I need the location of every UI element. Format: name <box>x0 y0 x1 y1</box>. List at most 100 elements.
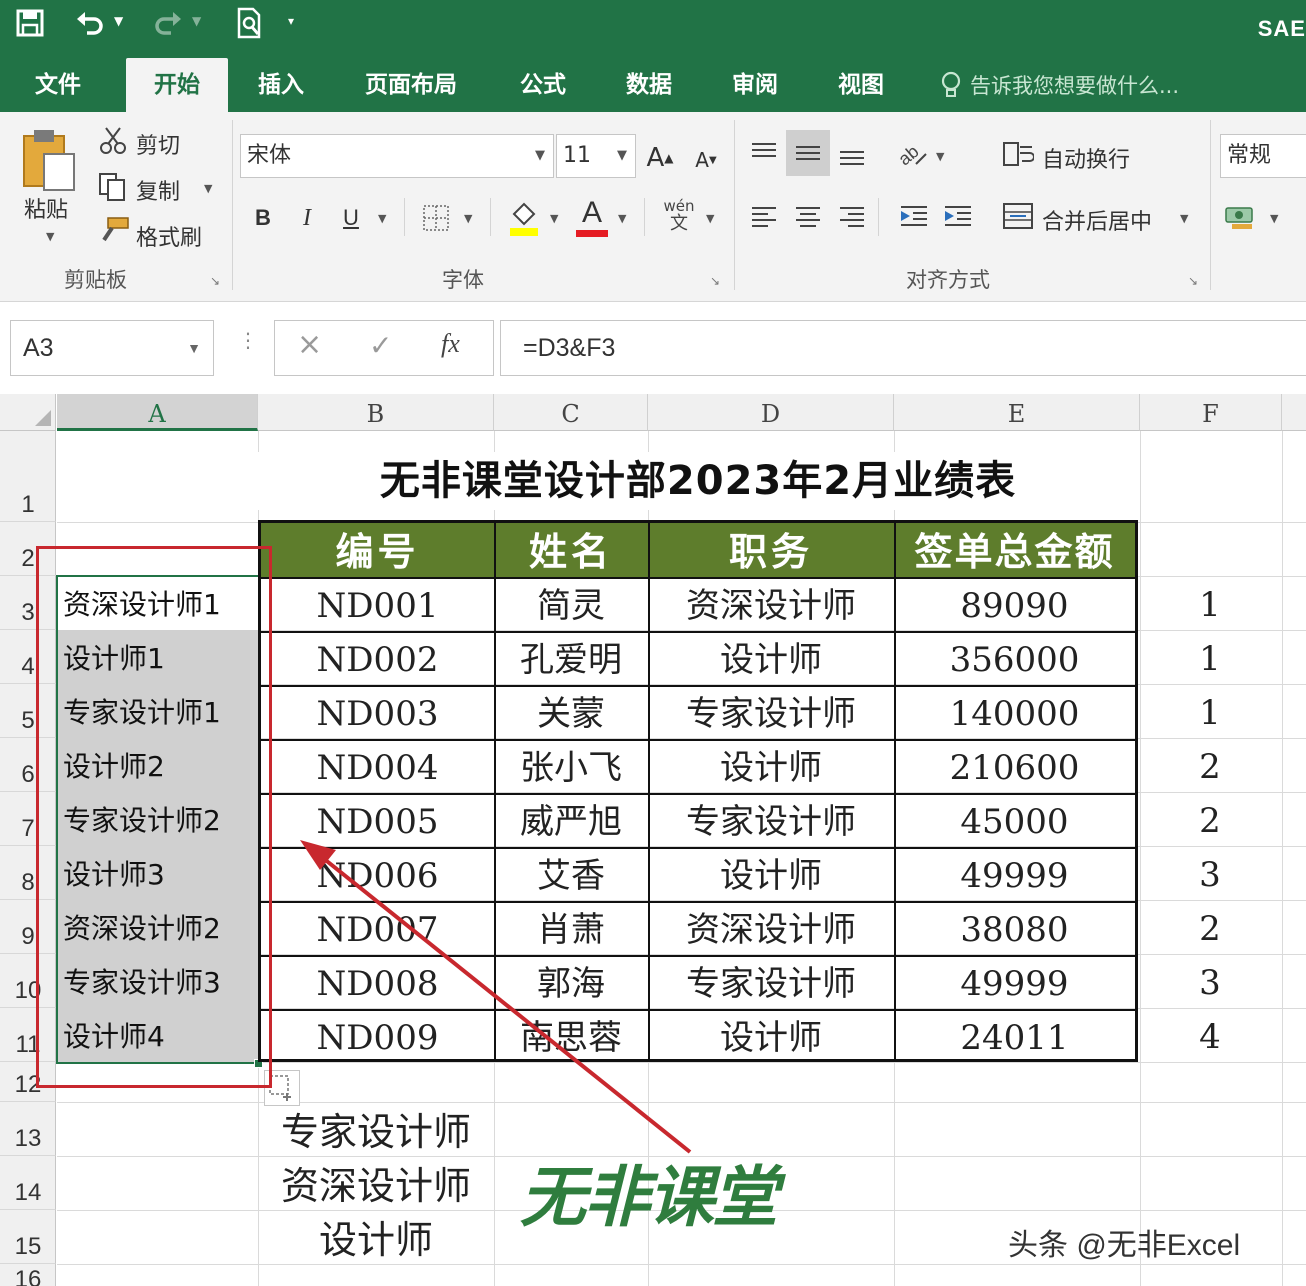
alignment-launcher-icon[interactable]: ↘ <box>1188 274 1202 288</box>
number-format-value: 常规 <box>1227 143 1272 168</box>
copy-icon <box>98 172 128 202</box>
tab-view[interactable]: 视图 <box>818 58 904 112</box>
phonetic-button[interactable]: wén 文 <box>662 198 696 238</box>
font-size-select[interactable]: 11 ▼ <box>556 134 636 178</box>
title-bar: ▼ ▼ ▾ SAE <box>0 0 1306 58</box>
clipboard-launcher-icon[interactable]: ↘ <box>210 274 224 288</box>
tab-file[interactable]: 文件 <box>14 58 102 112</box>
accounting-format-icon[interactable] <box>1222 196 1262 238</box>
divider <box>490 198 491 236</box>
redo-dropdown-icon[interactable]: ▼ <box>192 14 201 28</box>
italic-button[interactable]: I <box>292 198 322 238</box>
font-color-button[interactable]: A <box>574 198 610 238</box>
chevron-down-icon: ▼ <box>617 148 627 163</box>
copy-button[interactable]: 复制 <box>136 174 180 206</box>
chevron-down-icon: ▼ <box>187 340 201 356</box>
divider <box>878 198 879 236</box>
underline-dropdown-icon[interactable]: ▼ <box>378 212 386 225</box>
tab-review[interactable]: 审阅 <box>712 58 798 112</box>
phonetic-dropdown-icon[interactable]: ▼ <box>706 212 714 225</box>
redo-icon[interactable] <box>150 0 186 46</box>
annotation-arrow <box>300 840 692 1154</box>
number-format-select[interactable]: 常规 <box>1220 134 1306 178</box>
phonetic-top-text: wén <box>663 197 695 215</box>
bold-button[interactable]: B <box>248 198 278 238</box>
clipboard-group-label: 剪贴板 <box>64 268 127 292</box>
spreadsheet-grid: A B C D E F 1 2 3 4 5 6 7 8 9 10 11 12 1… <box>0 394 1306 1286</box>
shrink-font-button[interactable]: A ▼ <box>690 142 722 178</box>
decrease-indent-icon[interactable] <box>894 194 934 238</box>
group-separator <box>734 120 735 290</box>
app-title: SAE <box>1257 16 1306 41</box>
print-preview-icon[interactable] <box>230 0 270 46</box>
increase-indent-icon[interactable] <box>938 194 978 238</box>
tab-insert[interactable]: 插入 <box>238 58 324 112</box>
formula-controls: × ✓ fx <box>274 320 494 376</box>
tab-home[interactable]: 开始 <box>126 58 228 112</box>
insert-function-icon[interactable]: fx <box>441 329 460 359</box>
merge-center-icon <box>1000 196 1036 236</box>
group-separator <box>232 120 233 290</box>
font-color-dropdown-icon[interactable]: ▼ <box>618 212 626 225</box>
cancel-icon[interactable]: × <box>297 327 322 362</box>
tell-me-text: 告诉我您想要做什么... <box>970 74 1180 98</box>
undo-dropdown-icon[interactable]: ▼ <box>114 14 123 28</box>
formula-bar-handle-icon[interactable]: ⋮ <box>238 330 258 350</box>
borders-icon[interactable] <box>422 204 450 232</box>
font-launcher-icon[interactable]: ↘ <box>710 274 724 288</box>
grow-font-button[interactable]: A ▲ <box>644 138 676 178</box>
align-left-icon[interactable] <box>744 194 784 238</box>
name-box[interactable]: A3 ▼ <box>10 320 214 376</box>
phonetic-bottom-text: 文 <box>670 213 688 234</box>
group-separator <box>1210 120 1211 290</box>
font-name-value: 宋体 <box>247 143 292 168</box>
name-box-value: A3 <box>23 334 54 362</box>
borders-dropdown-icon[interactable]: ▼ <box>464 212 472 225</box>
orientation-icon[interactable]: ab <box>894 132 930 174</box>
format-painter-icon <box>98 216 130 246</box>
merge-dropdown-icon[interactable]: ▼ <box>1180 212 1188 225</box>
font-name-select[interactable]: 宋体 ▼ <box>240 134 554 178</box>
font-group-label: 字体 <box>442 268 484 292</box>
wrap-text-button[interactable]: 自动换行 <box>1042 142 1130 174</box>
save-icon[interactable] <box>12 0 48 46</box>
wrap-text-icon <box>1000 134 1036 174</box>
chevron-down-icon: ▼ <box>535 148 545 163</box>
fill-color-icon[interactable] <box>506 198 542 238</box>
fill-color-dropdown-icon[interactable]: ▼ <box>550 212 558 225</box>
align-center-icon[interactable] <box>788 194 828 238</box>
tell-me-search[interactable]: 告诉我您想要做什么... <box>940 58 1179 112</box>
align-right-icon[interactable] <box>832 194 872 238</box>
ribbon-home: 粘贴 ▼ 剪切 复制 ▼ 格式刷 剪贴板 ↘ 宋体 ▼ 11 ▼ A ▲ A ▼ B… <box>0 112 1306 302</box>
tab-formulas[interactable]: 公式 <box>500 58 586 112</box>
merge-center-button[interactable]: 合并后居中 <box>1042 204 1152 236</box>
font-color-swatch <box>576 230 608 237</box>
formula-input[interactable]: =D3&F3 <box>500 320 1306 376</box>
font-size-value: 11 <box>563 143 591 168</box>
copy-dropdown-icon[interactable]: ▼ <box>204 182 212 195</box>
font-color-glyph: A <box>581 196 602 229</box>
tab-data[interactable]: 数据 <box>606 58 692 112</box>
divider <box>404 198 405 236</box>
formula-bar: A3 ▼ ⋮ × ✓ fx =D3&F3 <box>0 302 1306 394</box>
format-painter-button[interactable]: 格式刷 <box>136 220 202 252</box>
paste-icon[interactable] <box>20 126 80 200</box>
align-top-icon[interactable] <box>744 130 784 176</box>
lightbulb-icon <box>941 71 961 97</box>
svg-text:ab: ab <box>896 141 923 168</box>
alignment-group-label: 对齐方式 <box>906 268 990 292</box>
customize-qat-icon[interactable]: ▾ <box>288 14 294 28</box>
align-bottom-icon[interactable] <box>832 130 872 176</box>
underline-button[interactable]: U <box>336 198 366 238</box>
tab-page-layout[interactable]: 页面布局 <box>346 58 476 112</box>
cut-button[interactable]: 剪切 <box>136 128 180 160</box>
enter-icon[interactable]: ✓ <box>369 329 392 362</box>
undo-icon[interactable] <box>72 0 108 46</box>
paste-dropdown-icon[interactable]: ▼ <box>46 230 54 243</box>
align-middle-icon[interactable] <box>786 130 830 176</box>
divider <box>644 198 645 236</box>
paste-label[interactable]: 粘贴 <box>24 192 68 224</box>
orientation-dropdown-icon[interactable]: ▼ <box>936 150 944 163</box>
annotation-arrow-shaft <box>306 844 692 1154</box>
accounting-dropdown-icon[interactable]: ▼ <box>1270 212 1278 225</box>
